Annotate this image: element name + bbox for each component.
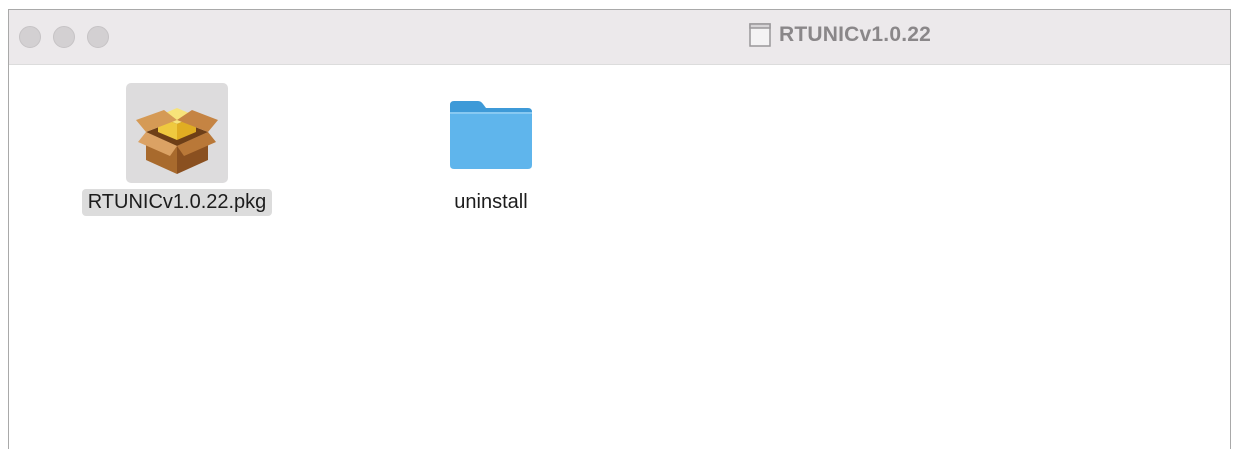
file-icon-container[interactable] — [126, 83, 228, 183]
file-name-label[interactable]: RTUNICv1.0.22.pkg — [81, 189, 273, 216]
window-title-group: RTUNICv1.0.22 — [749, 23, 931, 47]
window-controls — [19, 26, 109, 48]
file-name-label[interactable]: uninstall — [448, 189, 533, 216]
document-icon — [749, 23, 771, 47]
package-icon — [136, 108, 218, 174]
title-bar[interactable]: RTUNICv1.0.22 — [9, 10, 1230, 65]
finder-window: RTUNICv1.0.22 RTUNICv1.0.22.pkg uninstal… — [8, 9, 1231, 449]
file-item-pkg[interactable]: RTUNICv1.0.22.pkg — [65, 83, 289, 216]
zoom-button[interactable] — [87, 26, 109, 48]
folder-icon-container[interactable] — [440, 83, 542, 183]
window-title: RTUNICv1.0.22 — [779, 23, 931, 46]
file-item-folder[interactable]: uninstall — [391, 83, 591, 216]
file-grid: RTUNICv1.0.22.pkg uninstall — [9, 65, 1230, 445]
minimize-button[interactable] — [53, 26, 75, 48]
close-button[interactable] — [19, 26, 41, 48]
folder-icon — [450, 101, 532, 169]
